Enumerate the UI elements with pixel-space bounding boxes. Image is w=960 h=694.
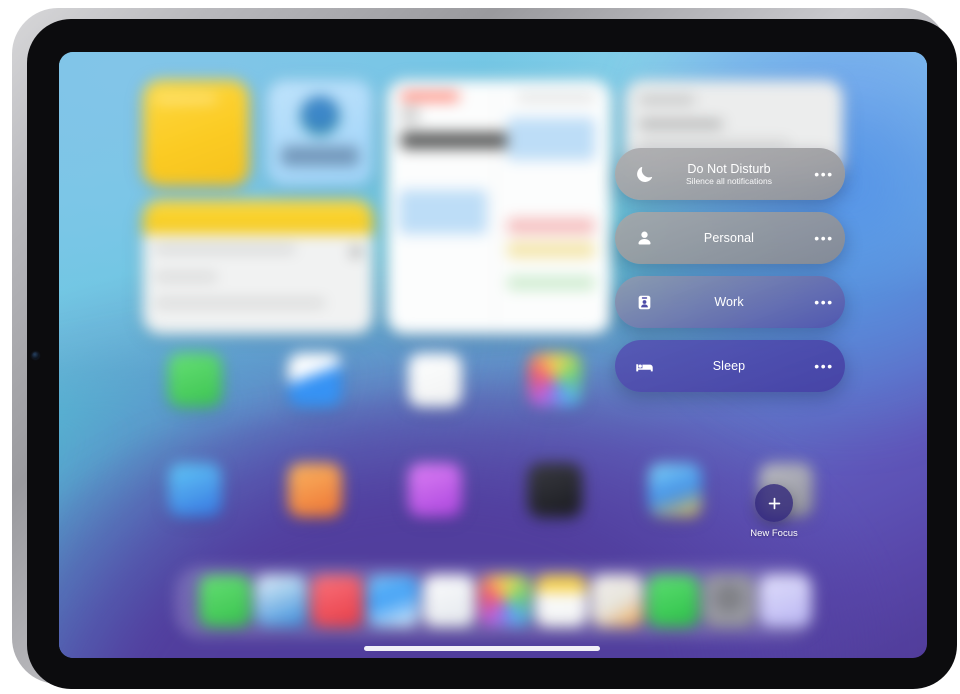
focus-mode-labels: Do Not Disturb Silence all notifications [649,162,809,187]
focus-mode-title: Sleep [712,359,746,373]
ipad-screen: Do Not Disturb Silence all notifications… [59,52,927,658]
focus-mode-sleep[interactable]: Sleep ••• [615,340,845,392]
focus-mode-labels: Work [649,295,809,309]
focus-mode-labels: Sleep [649,359,809,373]
focus-mode-title: Personal [703,231,755,245]
new-focus-label: New Focus [750,528,798,539]
focus-mode-labels: Personal [649,231,809,245]
front-camera-icon [32,352,39,359]
focus-mode-work[interactable]: Work ••• [615,276,845,328]
home-indicator[interactable] [364,646,600,651]
focus-mode-title: Do Not Disturb [687,161,771,176]
plus-icon [755,484,793,522]
focus-mode-personal[interactable]: Personal ••• [615,212,845,264]
focus-modes-panel: Do Not Disturb Silence all notifications… [615,148,845,404]
focus-mode-title: Work [714,295,744,309]
focus-mode-subtitle: Silence all notifications [686,175,772,186]
ipad-device-frame: Do Not Disturb Silence all notifications… [12,8,957,689]
new-focus-button[interactable]: New Focus [713,484,835,539]
focus-mode-do-not-disturb[interactable]: Do Not Disturb Silence all notifications… [615,148,845,200]
